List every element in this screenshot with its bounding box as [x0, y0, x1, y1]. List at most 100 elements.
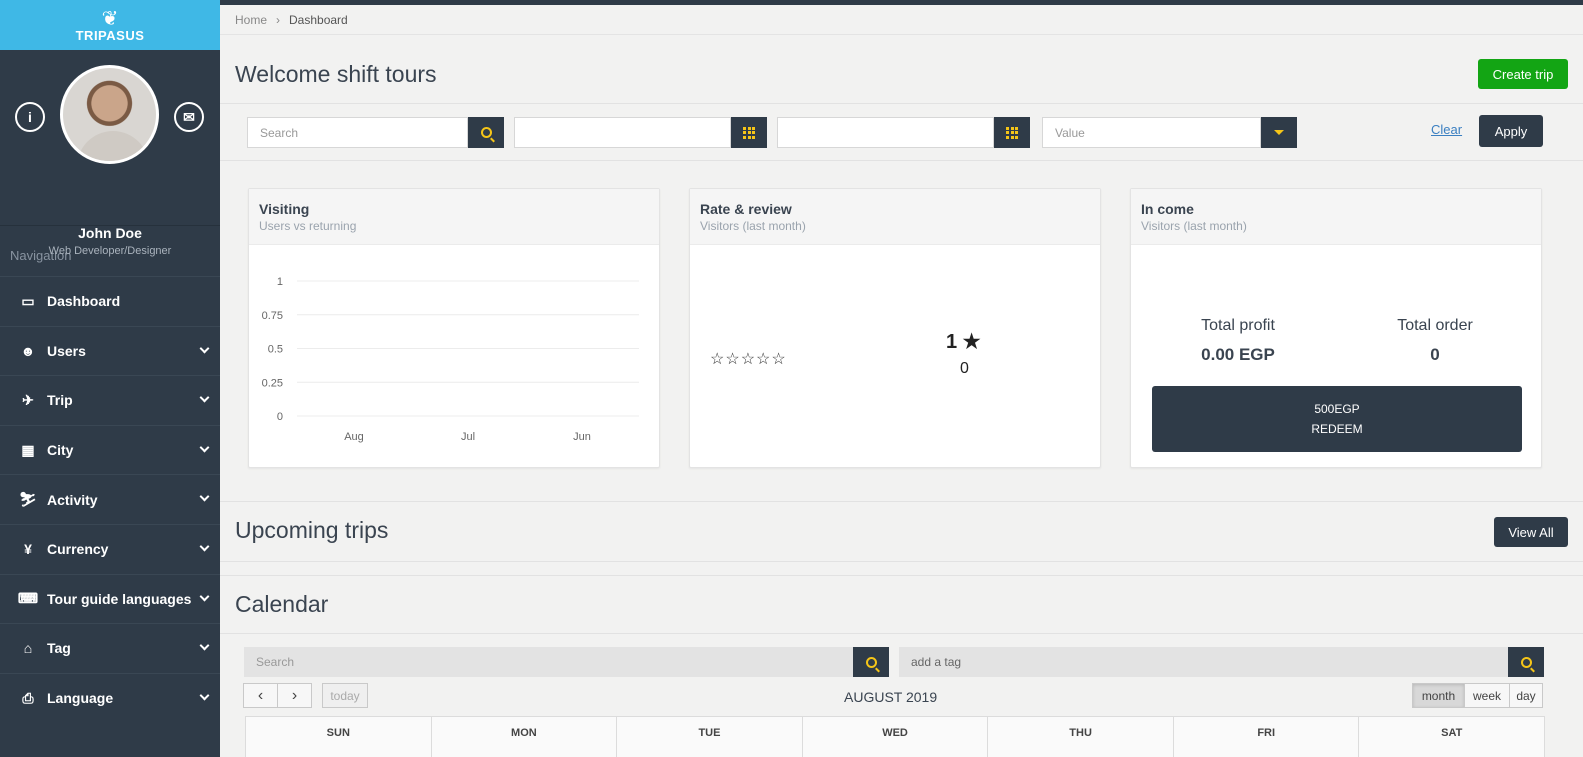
tag-search-button[interactable]: [1508, 647, 1544, 677]
today-button[interactable]: today: [322, 683, 368, 708]
calendar-search-input[interactable]: Search: [244, 647, 853, 677]
y-tick-label: 0.25: [262, 377, 283, 389]
week-view-button[interactable]: week: [1465, 683, 1510, 708]
visiting-card: Visiting Users vs returning 1 0.75 0.5 0.25…: [248, 188, 660, 468]
info-icon[interactable]: i: [15, 102, 45, 132]
calendar-search-button[interactable]: [853, 647, 889, 677]
month-view-button[interactable]: month: [1412, 683, 1465, 708]
search-button[interactable]: [468, 117, 504, 148]
search-icon: [865, 656, 877, 668]
monitor-icon: ▭: [21, 292, 35, 309]
clear-link[interactable]: Clear: [1431, 122, 1462, 137]
breadcrumb-current: Dashboard: [289, 12, 348, 27]
sidebar-item-label: Dashboard: [47, 293, 121, 310]
apply-button[interactable]: Apply: [1479, 115, 1543, 147]
calendar-grid-icon: [743, 126, 755, 139]
logo[interactable]: ❦ TRIPASUS: [0, 0, 220, 50]
calendar-nav: ‹ › today: [243, 683, 368, 708]
date-from-input[interactable]: [514, 117, 731, 148]
yen-icon: ¥: [24, 541, 32, 558]
user-name: John Doe: [78, 225, 142, 241]
search-input[interactable]: Search: [247, 117, 468, 148]
search-group: Search: [247, 117, 504, 148]
calendar-button[interactable]: [994, 117, 1030, 148]
sidebar-item-language[interactable]: ⎙ Language: [0, 672, 220, 723]
create-trip-button[interactable]: Create trip: [1478, 59, 1568, 89]
chevron-down-icon: [199, 442, 210, 453]
sidebar-item-currency[interactable]: ¥ Currency: [0, 523, 220, 574]
card-subtitle: Users vs returning: [259, 219, 357, 233]
chevron-right-icon: ›: [276, 12, 281, 27]
date-from-group: [514, 117, 767, 148]
redeem-button[interactable]: 500EGP REDEEM: [1152, 386, 1522, 452]
sidebar-item-trip[interactable]: ✈ Trip: [0, 375, 220, 425]
visiting-chart: 1 0.75 0.5 0.25 0 Aug Jul Jun: [262, 276, 639, 443]
prev-month-button[interactable]: ‹: [243, 683, 278, 708]
total-profit-label: Total profit: [1201, 317, 1275, 334]
card-header: Rate & review Visitors (last month): [690, 189, 1100, 245]
total-order-value: 0: [1430, 345, 1440, 364]
chevron-down-icon: [199, 591, 210, 602]
sidebar-item-activity[interactable]: ⛷ Activity: [0, 474, 220, 524]
weekday-header: THU: [987, 717, 1173, 757]
view-all-button[interactable]: View All: [1494, 517, 1568, 547]
upcoming-trips-title: Upcoming trips: [235, 517, 389, 543]
y-tick-label: 0.5: [268, 344, 283, 356]
sidebar-item-tour-guide-languages[interactable]: ⌨ Tour guide languages: [0, 573, 220, 624]
value-select-group: Value: [1042, 117, 1297, 148]
sidebar-item-users[interactable]: ☻ Users: [0, 325, 220, 376]
sidebar-item-label: Tag: [47, 640, 71, 657]
card-title: Rate & review: [700, 201, 792, 217]
book-icon: ⎙: [22, 689, 34, 706]
page-title: Welcome shift tours: [235, 61, 437, 87]
card-title: In come: [1141, 201, 1194, 217]
sidebar-item-tag[interactable]: ⌂ Tag: [0, 623, 220, 673]
breadcrumb-home[interactable]: Home: [235, 13, 267, 27]
rating-count: 0: [960, 360, 969, 377]
calendar-view-switch: month week day: [1412, 683, 1543, 708]
avatar: [60, 65, 159, 164]
weekday-header: SAT: [1358, 717, 1544, 757]
y-tick-label: 1: [277, 276, 283, 288]
tag-search-group: add a tag: [899, 647, 1544, 677]
rating-value: 1 ★: [946, 331, 981, 353]
card-header: In come Visitors (last month): [1131, 189, 1541, 245]
sidebar-item-label: Language: [47, 690, 114, 707]
total-order-label: Total order: [1397, 317, 1473, 334]
tag-input[interactable]: add a tag: [899, 647, 1508, 677]
dropdown-button[interactable]: [1261, 117, 1297, 148]
card-subtitle: Visitors (last month): [700, 219, 806, 233]
sidebar-item-label: Activity: [47, 491, 98, 508]
sidebar: ❦ TRIPASUS i ✉ John Doe Web Developer/De…: [0, 0, 220, 757]
x-tick-label: Jul: [461, 431, 475, 443]
chevron-down-icon: [199, 392, 210, 403]
star-rating-icon[interactable]: ☆☆☆☆☆: [710, 349, 787, 369]
search-icon: [1520, 656, 1532, 668]
breadcrumb: Home › Dashboard: [220, 5, 1583, 35]
card-title: Visiting: [259, 201, 310, 217]
calendar-button[interactable]: [731, 117, 767, 148]
redeem-amount: 500EGP: [1314, 402, 1360, 416]
search-icon: [480, 127, 492, 138]
income-card: In come Visitors (last month) Total prof…: [1130, 188, 1542, 468]
sidebar-item-city[interactable]: ▦ City: [0, 424, 220, 475]
date-to-input[interactable]: [777, 117, 994, 148]
weekday-header: WED: [801, 717, 988, 757]
calendar-grid-header: SUN MON TUE WED THU FRI SAT: [245, 716, 1545, 757]
divider: [220, 501, 1583, 502]
calendar-title: Calendar: [235, 591, 329, 617]
divider: [220, 633, 1583, 634]
x-tick-label: Aug: [344, 431, 364, 443]
caret-down-icon: [1274, 130, 1284, 135]
sidebar-item-dashboard[interactable]: ▭ Dashboard: [0, 276, 220, 326]
y-tick-label: 0.75: [262, 310, 283, 322]
y-tick-label: 0: [277, 411, 283, 423]
card-header: Visiting Users vs returning: [249, 189, 659, 245]
value-select[interactable]: Value: [1042, 117, 1261, 148]
day-view-button[interactable]: day: [1510, 683, 1543, 708]
language-icon: ⌨: [17, 590, 39, 607]
next-month-button[interactable]: ›: [278, 683, 312, 708]
weekday-header: FRI: [1172, 717, 1359, 757]
weekday-header: SUN: [326, 727, 350, 739]
mail-icon[interactable]: ✉: [174, 102, 204, 132]
